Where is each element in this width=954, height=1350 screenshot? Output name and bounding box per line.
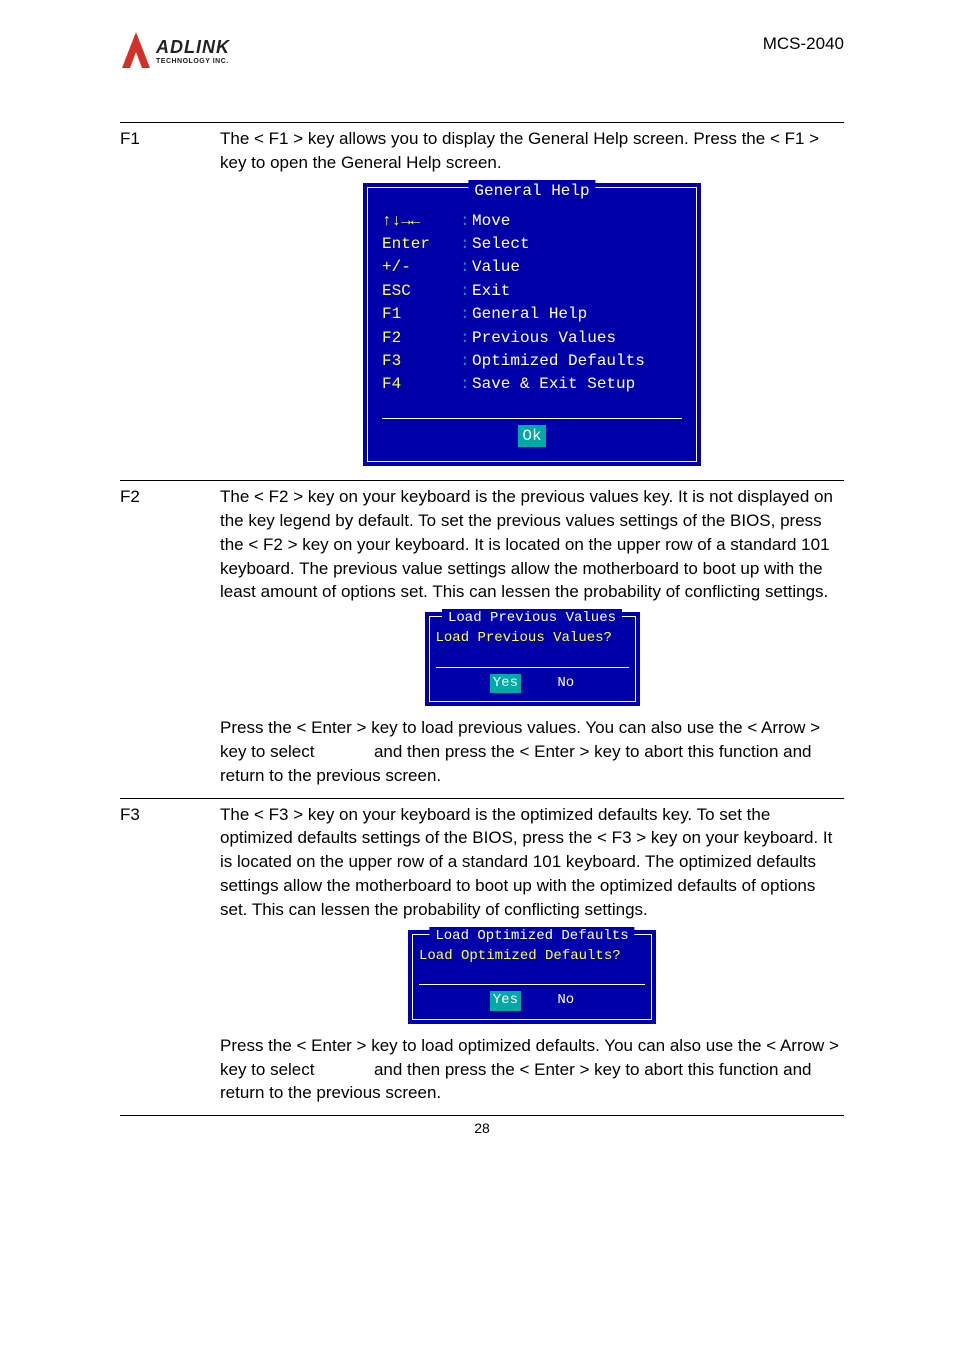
bios-question: Load Optimized Defaults? <box>419 947 645 967</box>
bios-load-previous-dialog: Load Previous Values Load Previous Value… <box>425 612 640 706</box>
bios-key: F1 <box>382 303 460 325</box>
bios-key: F4 <box>382 373 460 395</box>
adlink-logo-icon <box>120 30 152 72</box>
bios-key: F3 <box>382 350 460 372</box>
bios-val: Optimized Defaults <box>472 350 645 372</box>
bios-key: ESC <box>382 280 460 302</box>
bios-dialog-title: General Help <box>468 180 595 202</box>
section-f1: F1 The < F1 > key allows you to display … <box>120 122 844 480</box>
section-f2: F2 The < F2 > key on your keyboard is th… <box>120 480 844 798</box>
bios-question: Load Previous Values? <box>436 629 629 649</box>
f2-key-label: F2 <box>120 485 190 794</box>
bios-val: General Help <box>472 303 587 325</box>
bios-dialog-title: Load Optimized Defaults <box>429 927 634 947</box>
logo-text: ADLINK <box>156 37 230 58</box>
bios-no-button[interactable]: No <box>557 991 574 1011</box>
bios-dialog-title: Load Previous Values <box>442 609 622 629</box>
f2-description-2: Press the < Enter > key to load previous… <box>220 716 844 787</box>
bios-ok-button[interactable]: Ok <box>518 425 545 447</box>
bios-val: Previous Values <box>472 327 616 349</box>
bios-key: Enter <box>382 233 460 255</box>
page-number: 28 <box>120 1120 844 1136</box>
bios-no-button[interactable]: No <box>557 674 574 694</box>
bios-key: +/- <box>382 256 460 278</box>
bios-val: Move <box>472 210 510 232</box>
bios-load-optimized-dialog: Load Optimized Defaults Load Optimized D… <box>408 930 656 1024</box>
bios-yes-button[interactable]: Yes <box>490 674 521 694</box>
bios-key: F2 <box>382 327 460 349</box>
bios-val: Select <box>472 233 530 255</box>
f1-description: The < F1 > key allows you to display the… <box>220 127 844 175</box>
document-title: MCS-2040 <box>763 30 844 54</box>
logo-subtext: TECHNOLOGY INC. <box>156 58 230 65</box>
f3-description-1: The < F3 > key on your keyboard is the o… <box>220 803 844 922</box>
f3-description-2: Press the < Enter > key to load optimize… <box>220 1034 844 1105</box>
f1-key-label: F1 <box>120 127 190 476</box>
bios-key: ↑↓→← <box>382 210 460 232</box>
page-header: ADLINK TECHNOLOGY INC. MCS-2040 <box>120 30 844 72</box>
bios-val: Save & Exit Setup <box>472 373 635 395</box>
f2-description-1: The < F2 > key on your keyboard is the p… <box>220 485 844 604</box>
section-f3: F3 The < F3 > key on your keyboard is th… <box>120 798 844 1116</box>
bios-general-help-dialog: General Help ↑↓→←: Move Enter: Select +/… <box>363 183 701 467</box>
adlink-logo: ADLINK TECHNOLOGY INC. <box>120 30 230 72</box>
bios-val: Value <box>472 256 520 278</box>
bios-val: Exit <box>472 280 510 302</box>
bios-yes-button[interactable]: Yes <box>490 991 521 1011</box>
f3-key-label: F3 <box>120 803 190 1112</box>
